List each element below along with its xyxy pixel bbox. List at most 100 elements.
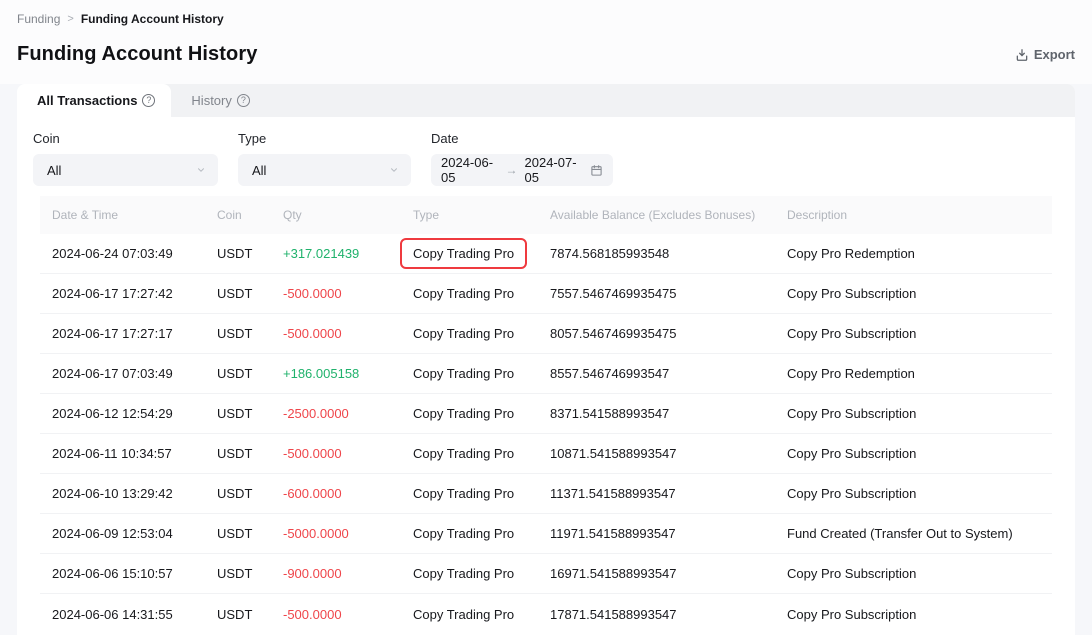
type-select[interactable]: All [238,154,411,186]
table-row: 2024-06-17 07:03:49 USDT +186.005158 Cop… [40,354,1052,394]
cell-type: Copy Trading Pro [401,326,538,341]
export-button[interactable]: Export [1015,47,1075,62]
chevron-down-icon [196,165,206,175]
cell-balance: 16971.541588993547 [538,566,775,581]
cell-qty: -500.0000 [271,607,401,622]
col-header-qty: Qty [271,208,401,222]
table-row: 2024-06-17 17:27:17 USDT -500.0000 Copy … [40,314,1052,354]
cell-description: Copy Pro Subscription [775,486,1052,501]
cell-description: Copy Pro Redemption [775,246,1052,261]
cell-balance: 8371.541588993547 [538,406,775,421]
cell-coin: USDT [205,246,271,261]
cell-qty: -900.0000 [271,566,401,581]
cell-qty: +317.021439 [271,246,401,261]
calendar-icon [590,164,603,177]
cell-datetime: 2024-06-17 17:27:17 [40,326,205,341]
date-range-end: 2024-07-05 [525,155,583,185]
type-select-value: All [252,163,266,178]
cell-qty: -500.0000 [271,326,401,341]
col-header-coin: Coin [205,208,271,222]
cell-qty: +186.005158 [271,366,401,381]
cell-datetime: 2024-06-12 12:54:29 [40,406,205,421]
page-title: Funding Account History [17,43,257,66]
table-row: 2024-06-24 07:03:49 USDT +317.021439 Cop… [40,234,1052,274]
cell-coin: USDT [205,326,271,341]
cell-datetime: 2024-06-06 15:10:57 [40,566,205,581]
cell-type: Copy Trading Pro [401,366,538,381]
cell-type: Copy Trading Pro [401,446,538,461]
cell-datetime: 2024-06-17 17:27:42 [40,286,205,301]
coin-filter-label: Coin [33,131,218,146]
table-body: 2024-06-24 07:03:49 USDT +317.021439 Cop… [40,234,1052,634]
table-row: 2024-06-10 13:29:42 USDT -600.0000 Copy … [40,474,1052,514]
cell-balance: 7557.5467469935475 [538,286,775,301]
cell-type: Copy Trading Pro [401,406,538,421]
date-filter-label: Date [431,131,613,146]
col-header-type: Type [401,208,538,222]
cell-coin: USDT [205,607,271,622]
cell-balance: 8557.546746993547 [538,366,775,381]
table-header-row: Date & Time Coin Qty Type Available Bala… [40,196,1052,234]
table-row: 2024-06-06 14:31:55 USDT -500.0000 Copy … [40,594,1052,634]
cell-coin: USDT [205,446,271,461]
cell-description: Copy Pro Subscription [775,406,1052,421]
coin-select[interactable]: All [33,154,218,186]
tab-all-transactions[interactable]: All Transactions ? [17,84,171,117]
cell-balance: 11971.541588993547 [538,526,775,541]
tab-history[interactable]: History ? [171,84,269,117]
cell-description: Copy Pro Subscription [775,566,1052,581]
cell-coin: USDT [205,566,271,581]
tab-bar: All Transactions ? History ? [17,84,1075,117]
cell-qty: -500.0000 [271,446,401,461]
col-header-description: Description [775,208,1052,222]
cell-balance: 8057.5467469935475 [538,326,775,341]
cell-type: Copy Trading Pro [401,526,538,541]
cell-balance: 17871.541588993547 [538,607,775,622]
cell-qty: -500.0000 [271,286,401,301]
breadcrumb-current: Funding Account History [81,12,224,26]
tab-all-transactions-label: All Transactions [37,93,137,108]
cell-coin: USDT [205,406,271,421]
col-header-datetime: Date & Time [40,208,205,222]
export-download-icon [1015,48,1029,62]
date-range-picker[interactable]: 2024-06-05 → 2024-07-05 [431,154,613,186]
table-row: 2024-06-17 17:27:42 USDT -500.0000 Copy … [40,274,1052,314]
cell-coin: USDT [205,486,271,501]
export-label: Export [1034,47,1075,62]
cell-datetime: 2024-06-17 07:03:49 [40,366,205,381]
col-header-balance: Available Balance (Excludes Bonuses) [538,208,775,222]
cell-description: Fund Created (Transfer Out to System) [775,526,1052,541]
cell-description: Copy Pro Subscription [775,286,1052,301]
breadcrumb-separator: > [67,12,73,26]
cell-coin: USDT [205,366,271,381]
cell-description: Copy Pro Subscription [775,446,1052,461]
cell-type: Copy Trading Pro [401,286,538,301]
arrow-right-icon: → [506,163,518,177]
cell-datetime: 2024-06-11 10:34:57 [40,446,205,461]
cell-coin: USDT [205,286,271,301]
content-card: All Transactions ? History ? Coin All Ty… [17,84,1075,635]
type-filter-label: Type [238,131,411,146]
highlight-annotation-box: Copy Trading Pro [400,238,527,269]
cell-datetime: 2024-06-06 14:31:55 [40,607,205,622]
page-header: Funding > Funding Account History Fundin… [0,0,1092,84]
cell-datetime: 2024-06-24 07:03:49 [40,246,205,261]
table-row: 2024-06-11 10:34:57 USDT -500.0000 Copy … [40,434,1052,474]
cell-type: Copy Trading Pro [401,238,538,269]
breadcrumb: Funding > Funding Account History [17,12,1075,26]
cell-type: Copy Trading Pro [401,486,538,501]
cell-datetime: 2024-06-09 12:53:04 [40,526,205,541]
coin-select-value: All [47,163,61,178]
tab-history-label: History [191,93,231,108]
cell-balance: 11371.541588993547 [538,486,775,501]
table-row: 2024-06-06 15:10:57 USDT -900.0000 Copy … [40,554,1052,594]
cell-type: Copy Trading Pro [401,607,538,622]
cell-datetime: 2024-06-10 13:29:42 [40,486,205,501]
cell-description: Copy Pro Subscription [775,607,1052,622]
help-icon: ? [237,94,250,107]
transactions-table: Date & Time Coin Qty Type Available Bala… [40,196,1052,634]
date-range-start: 2024-06-05 [441,155,499,185]
cell-coin: USDT [205,526,271,541]
cell-qty: -5000.0000 [271,526,401,541]
breadcrumb-funding[interactable]: Funding [17,12,60,26]
